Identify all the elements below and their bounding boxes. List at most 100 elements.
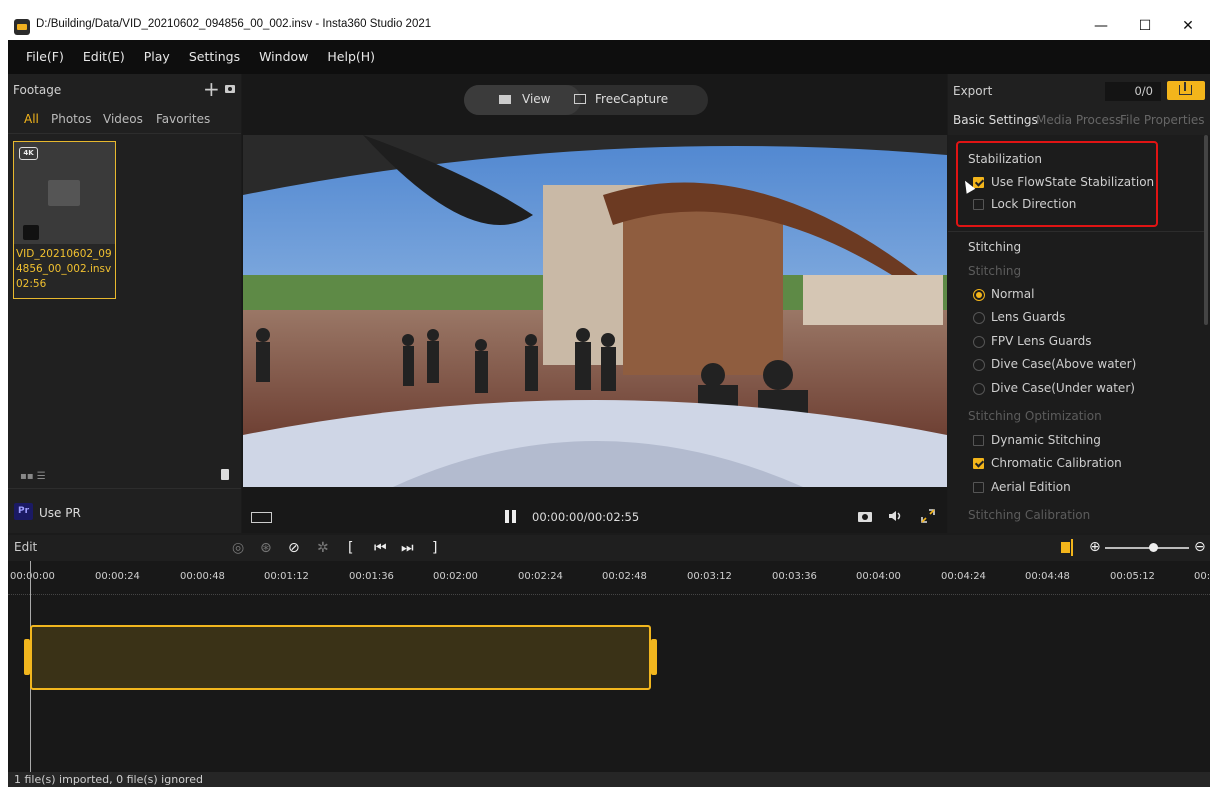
menu-window[interactable]: Window bbox=[259, 40, 308, 74]
menu-settings[interactable]: Settings bbox=[189, 40, 240, 74]
freecapture-button[interactable]: FreeCapture bbox=[574, 92, 668, 106]
timeline-clip[interactable] bbox=[24, 625, 657, 690]
mark-out-icon[interactable]: ] bbox=[432, 540, 437, 556]
clip-trim-right-handle[interactable] bbox=[651, 639, 657, 675]
fullscreen-icon[interactable] bbox=[920, 508, 936, 524]
import-camera-icon[interactable] bbox=[224, 82, 236, 94]
radio-icon bbox=[973, 312, 985, 324]
tab-favorites[interactable]: Favorites bbox=[156, 112, 210, 126]
stitching-sub: Stitching bbox=[968, 264, 1022, 278]
stitching-title: Stitching bbox=[968, 240, 1022, 254]
close-button[interactable]: ✕ bbox=[1176, 15, 1200, 39]
menu-play[interactable]: Play bbox=[144, 40, 170, 74]
volume-icon[interactable] bbox=[888, 510, 904, 522]
menu-file[interactable]: File(F) bbox=[26, 40, 64, 74]
lock-direction-label: Lock Direction bbox=[991, 197, 1077, 211]
timecode: 00:00:00/00:02:55 bbox=[532, 510, 640, 524]
time-ruler[interactable] bbox=[8, 589, 1210, 595]
lens-guards-label: Lens Guards bbox=[991, 310, 1066, 324]
checkbox-checked-icon bbox=[973, 177, 984, 188]
tab-media-process[interactable]: Media Process bbox=[1036, 113, 1121, 127]
menu-bar: File(F) Edit(E) Play Settings Window Help(H) bbox=[8, 40, 1210, 74]
zoom-out-icon[interactable]: ⊖ bbox=[1194, 539, 1206, 555]
export-panel: Export 0/0 Basic Settings Media Process … bbox=[948, 74, 1210, 533]
clip-trim-left-handle[interactable] bbox=[24, 639, 30, 675]
menu-edit[interactable]: Edit(E) bbox=[83, 40, 125, 74]
tab-basic-settings[interactable]: Basic Settings bbox=[953, 113, 1038, 127]
window-frame bbox=[0, 40, 8, 787]
target-icon[interactable]: ◎ bbox=[232, 540, 244, 556]
checkbox-icon bbox=[973, 199, 984, 210]
clip-duration: 02:56 bbox=[16, 278, 47, 290]
menu-help[interactable]: Help(H) bbox=[327, 40, 375, 74]
tick-label: 00:03:12 bbox=[687, 571, 732, 582]
tab-videos[interactable]: Videos bbox=[103, 112, 143, 126]
snapshot-camera-icon[interactable] bbox=[857, 510, 873, 522]
trash-icon[interactable] bbox=[221, 469, 229, 480]
app-icon bbox=[14, 19, 30, 35]
timeline[interactable]: 00:00:00 00:00:24 00:00:48 00:01:12 00:0… bbox=[8, 561, 1210, 772]
zoom-in-icon[interactable]: ⊕ bbox=[1089, 539, 1101, 555]
scrollbar[interactable] bbox=[1204, 135, 1208, 325]
pause-icon[interactable] bbox=[505, 510, 517, 523]
panorama-frame bbox=[243, 135, 947, 487]
tick-label: 00:04:48 bbox=[1025, 571, 1070, 582]
track-icon[interactable]: ⊛ bbox=[260, 540, 272, 556]
playback-controls: 00:00:00/00:02:55 bbox=[242, 498, 947, 533]
tick-label: 00:01:12 bbox=[264, 571, 309, 582]
window-title: D:/Building/Data/VID_20210602_094856_00_… bbox=[36, 18, 432, 30]
split-line bbox=[1071, 539, 1073, 556]
tick-label: 00:01:36 bbox=[349, 571, 394, 582]
effect-icon[interactable]: ✲ bbox=[317, 540, 329, 556]
aerial-edition-label: Aerial Edition bbox=[991, 480, 1071, 494]
export-label: Export bbox=[953, 84, 993, 98]
dynamic-stitching-label: Dynamic Stitching bbox=[991, 433, 1101, 447]
speed-icon[interactable]: ⊘ bbox=[288, 540, 300, 556]
video-preview[interactable] bbox=[243, 135, 947, 487]
add-icon[interactable]: + bbox=[203, 77, 220, 101]
dive-under-label: Dive Case(Under water) bbox=[991, 381, 1135, 395]
premiere-icon: Pr bbox=[14, 503, 33, 520]
zoom-slider[interactable] bbox=[1105, 547, 1189, 549]
export-tabs: Basic Settings Media Process File Proper… bbox=[948, 108, 1210, 134]
tick-label: 00:0 bbox=[1194, 571, 1210, 582]
tick-label: 00:00:00 bbox=[10, 571, 55, 582]
footage-thumbnail[interactable]: 4K VID_20210602_094856_00_002.insv 02:56 bbox=[13, 141, 116, 299]
previous-icon[interactable]: ⏮ bbox=[374, 540, 387, 556]
use-pr-row[interactable]: Pr Use PR bbox=[8, 499, 241, 529]
tick-label: 00:04:00 bbox=[856, 571, 901, 582]
export-header: Export 0/0 bbox=[948, 74, 1210, 108]
view-label: View bbox=[522, 92, 551, 106]
thumbnail-image: 4K bbox=[14, 142, 115, 244]
footage-label: Footage bbox=[13, 83, 62, 97]
upload-arrow-icon bbox=[1184, 82, 1186, 91]
4k-badge: 4K bbox=[19, 147, 38, 160]
edit-label: Edit bbox=[14, 540, 38, 554]
clip-split-icon[interactable] bbox=[1061, 542, 1070, 553]
tick-label: 00:04:24 bbox=[941, 571, 986, 582]
view-mode-switch: View FreeCapture bbox=[464, 85, 708, 115]
tick-label: 00:00:24 bbox=[95, 571, 140, 582]
tab-all[interactable]: All bbox=[24, 112, 39, 126]
tab-photos[interactable]: Photos bbox=[51, 112, 91, 126]
mark-in-icon[interactable]: [ bbox=[348, 540, 353, 556]
footage-tabs: All Photos Videos Favorites bbox=[8, 106, 241, 134]
tab-file-properties[interactable]: File Properties bbox=[1120, 113, 1205, 127]
footage-header: Footage + bbox=[8, 74, 241, 106]
minimize-button[interactable]: — bbox=[1089, 15, 1113, 39]
radio-icon bbox=[973, 359, 985, 371]
fpv-lens-guards-label: FPV Lens Guards bbox=[991, 334, 1092, 348]
export-button[interactable] bbox=[1167, 81, 1205, 100]
aspect-ratio-icon[interactable] bbox=[251, 512, 272, 523]
zoom-slider-knob[interactable] bbox=[1149, 543, 1158, 552]
view-icon bbox=[499, 95, 511, 104]
maximize-button[interactable]: ☐ bbox=[1133, 15, 1157, 39]
camera-360-icon bbox=[23, 225, 39, 240]
view-button[interactable]: View bbox=[464, 85, 581, 115]
checkbox-icon bbox=[973, 435, 984, 446]
tick-label: 00:05:12 bbox=[1110, 571, 1155, 582]
radio-icon bbox=[973, 383, 985, 395]
grid-view-icon[interactable]: ▪▪ ☰ bbox=[20, 471, 46, 482]
use-pr-label: Use PR bbox=[39, 506, 81, 520]
next-icon[interactable]: ⏭ bbox=[401, 540, 414, 556]
